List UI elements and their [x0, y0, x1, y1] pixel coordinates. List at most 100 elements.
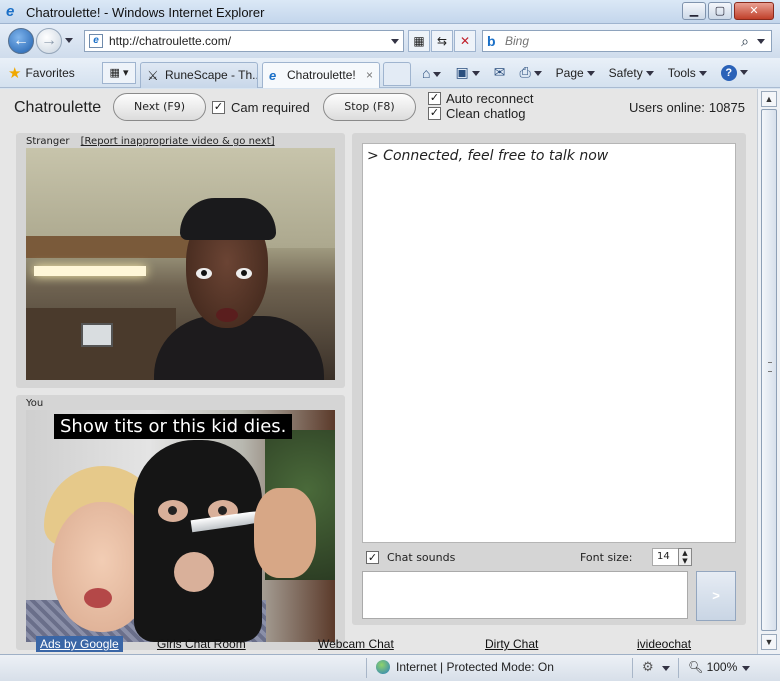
stop-button[interactable]: Stop (F8): [323, 93, 416, 121]
users-online-count: 10875: [708, 100, 745, 115]
tab-close-icon[interactable]: ×: [366, 68, 373, 82]
chat-panel: > Connected, feel free to talk now ✓ Cha…: [352, 133, 746, 625]
footer-links: Ads by Google Girls Chat Room Webcam Cha…: [0, 633, 757, 653]
cam-required-checkbox[interactable]: ✓: [212, 101, 225, 114]
ie-tab-icon: e: [269, 68, 277, 83]
chat-sounds-label: Chat sounds: [387, 551, 456, 564]
refresh-button[interactable]: ⇆: [431, 30, 453, 52]
webcam-chat-link[interactable]: Webcam Chat: [318, 637, 394, 651]
new-tab-button[interactable]: [383, 62, 411, 86]
help-icon: ?: [720, 64, 737, 81]
search-box[interactable]: b ⌕: [482, 30, 772, 52]
chat-sounds-option[interactable]: ✓ Chat sounds: [366, 551, 455, 564]
girls-chat-room-link[interactable]: Girls Chat Room: [157, 637, 246, 651]
tab-chatroulette[interactable]: e Chatroulette! ×: [262, 62, 380, 88]
stop-x-icon: ✕: [459, 34, 471, 48]
chat-input[interactable]: [362, 571, 688, 619]
zoom-value: 100%: [706, 660, 738, 674]
mail-icon: ✉: [493, 64, 506, 80]
chat-sounds-checkbox[interactable]: ✓: [366, 551, 379, 564]
command-buttons: ⌂ ▣ ✉ ⎙ Page Safety Tools ?: [422, 64, 748, 81]
window-titlebar: e Chatroulette! - Windows Internet Explo…: [0, 0, 780, 24]
clean-chatlog-option[interactable]: ✓ Clean chatlog: [428, 106, 533, 121]
mail-button[interactable]: ✉: [494, 64, 506, 81]
stranger-label: Stranger: [26, 136, 70, 147]
search-dropdown-icon[interactable]: [757, 39, 765, 44]
address-row: ← → e http://chatroulette.com/ ▦ ⇆ ✕ b ⌕: [0, 24, 780, 58]
dirty-chat-link[interactable]: Dirty Chat: [485, 637, 538, 651]
vertical-scrollbar[interactable]: ▲ ▼: [757, 89, 780, 654]
ivideochat-link[interactable]: ivideochat: [637, 637, 691, 651]
favorites-star-icon: ★: [8, 65, 22, 82]
stop-loading-button[interactable]: ✕: [454, 30, 476, 52]
stranger-panel: Stranger [Report inappropriate video & g…: [16, 133, 345, 388]
scroll-down-icon[interactable]: ▼: [761, 634, 777, 650]
protected-mode-icon[interactable]: ⚙: [642, 659, 654, 675]
security-dropdown-icon[interactable]: [662, 666, 670, 671]
font-size-stepper[interactable]: 14 ▲ ▼: [652, 548, 692, 566]
report-video-link[interactable]: [Report inappropriate video & go next]: [81, 136, 275, 147]
you-panel: You Show tits or this kid dies.: [16, 395, 345, 650]
auto-reconnect-option[interactable]: ✓ Auto reconnect: [428, 91, 533, 106]
favorites-label: Favorites: [25, 66, 75, 80]
search-input[interactable]: [505, 33, 735, 49]
chat-log[interactable]: > Connected, feel free to talk now: [362, 143, 736, 543]
zoom-level[interactable]: 🔍︎ 100%: [688, 660, 737, 674]
search-icon[interactable]: ⌕: [741, 33, 749, 50]
page-menu[interactable]: Page: [556, 66, 595, 80]
site-header: Chatroulette Next (F9) ✓ Cam required St…: [0, 89, 757, 129]
print-button[interactable]: ⎙: [519, 64, 542, 81]
font-size-value: 14: [657, 551, 670, 562]
refresh-icon: ⇆: [436, 34, 448, 48]
quick-tabs-icon: ▦ ▾: [109, 67, 129, 79]
runescape-tab-icon: ⚔: [147, 68, 159, 83]
chat-log-line: > Connected, feel free to talk now: [367, 148, 609, 164]
video-caption: Show tits or this kid dies.: [54, 414, 293, 439]
window-title: Chatroulette! - Windows Internet Explore…: [26, 5, 265, 20]
ads-by-google-link[interactable]: Ads by Google: [36, 636, 123, 652]
ie-logo-icon: e: [6, 3, 15, 20]
tab-label: Chatroulette!: [287, 68, 356, 82]
quick-tabs-button[interactable]: ▦ ▾: [102, 62, 136, 84]
auto-reconnect-checkbox[interactable]: ✓: [428, 92, 441, 105]
status-bar: Internet | Protected Mode: On ⚙ 🔍︎ 100%: [0, 654, 780, 681]
send-button[interactable]: >: [696, 571, 736, 621]
address-bar[interactable]: e http://chatroulette.com/: [84, 30, 404, 52]
rss-icon: ▣: [455, 64, 469, 80]
clean-chatlog-checkbox[interactable]: ✓: [428, 107, 441, 120]
address-dropdown-icon[interactable]: [391, 39, 399, 44]
history-dropdown-icon[interactable]: [65, 38, 73, 43]
bing-logo-icon: b: [487, 33, 496, 49]
close-button[interactable]: ✕: [734, 2, 774, 20]
next-button[interactable]: Next (F9): [113, 93, 206, 121]
compatibility-view-button[interactable]: ▦: [408, 30, 430, 52]
security-zone[interactable]: Internet | Protected Mode: On: [376, 660, 554, 674]
you-video: Show tits or this kid dies.: [26, 410, 335, 642]
favorites-button[interactable]: ★ Favorites: [8, 64, 75, 82]
forward-button[interactable]: →: [36, 28, 62, 54]
maximize-button[interactable]: ▢: [708, 2, 732, 20]
forward-arrow-icon: →: [41, 32, 57, 49]
safety-menu-label: Safety: [608, 65, 643, 80]
tab-runescape[interactable]: ⚔ RuneScape - Th...: [140, 62, 258, 88]
home-button[interactable]: ⌂: [422, 65, 442, 81]
auto-reconnect-label: Auto reconnect: [446, 91, 534, 106]
minimize-button[interactable]: ▁: [682, 2, 706, 20]
tools-menu-label: Tools: [667, 65, 696, 80]
cam-required-option[interactable]: ✓ Cam required: [212, 100, 310, 115]
font-size-label: Font size:: [580, 551, 633, 564]
url-text[interactable]: http://chatroulette.com/: [109, 34, 231, 48]
tools-menu[interactable]: Tools: [668, 66, 707, 80]
zoom-dropdown-icon[interactable]: [742, 666, 750, 671]
back-button[interactable]: ←: [8, 28, 34, 54]
you-label: You: [26, 398, 44, 409]
help-menu[interactable]: ?: [720, 64, 748, 81]
stranger-panel-header: Stranger [Report inappropriate video & g…: [26, 136, 275, 147]
page-content: Chatroulette Next (F9) ✓ Cam required St…: [0, 89, 757, 654]
scroll-up-icon[interactable]: ▲: [761, 91, 777, 107]
scroll-thumb[interactable]: [761, 109, 777, 631]
feeds-button[interactable]: ▣: [455, 64, 480, 81]
safety-menu[interactable]: Safety: [609, 66, 654, 80]
command-bar: ★ Favorites ▦ ▾ ⚔ RuneScape - Th... e Ch…: [0, 58, 780, 88]
spinner-arrows-icon[interactable]: ▲ ▼: [678, 548, 692, 566]
